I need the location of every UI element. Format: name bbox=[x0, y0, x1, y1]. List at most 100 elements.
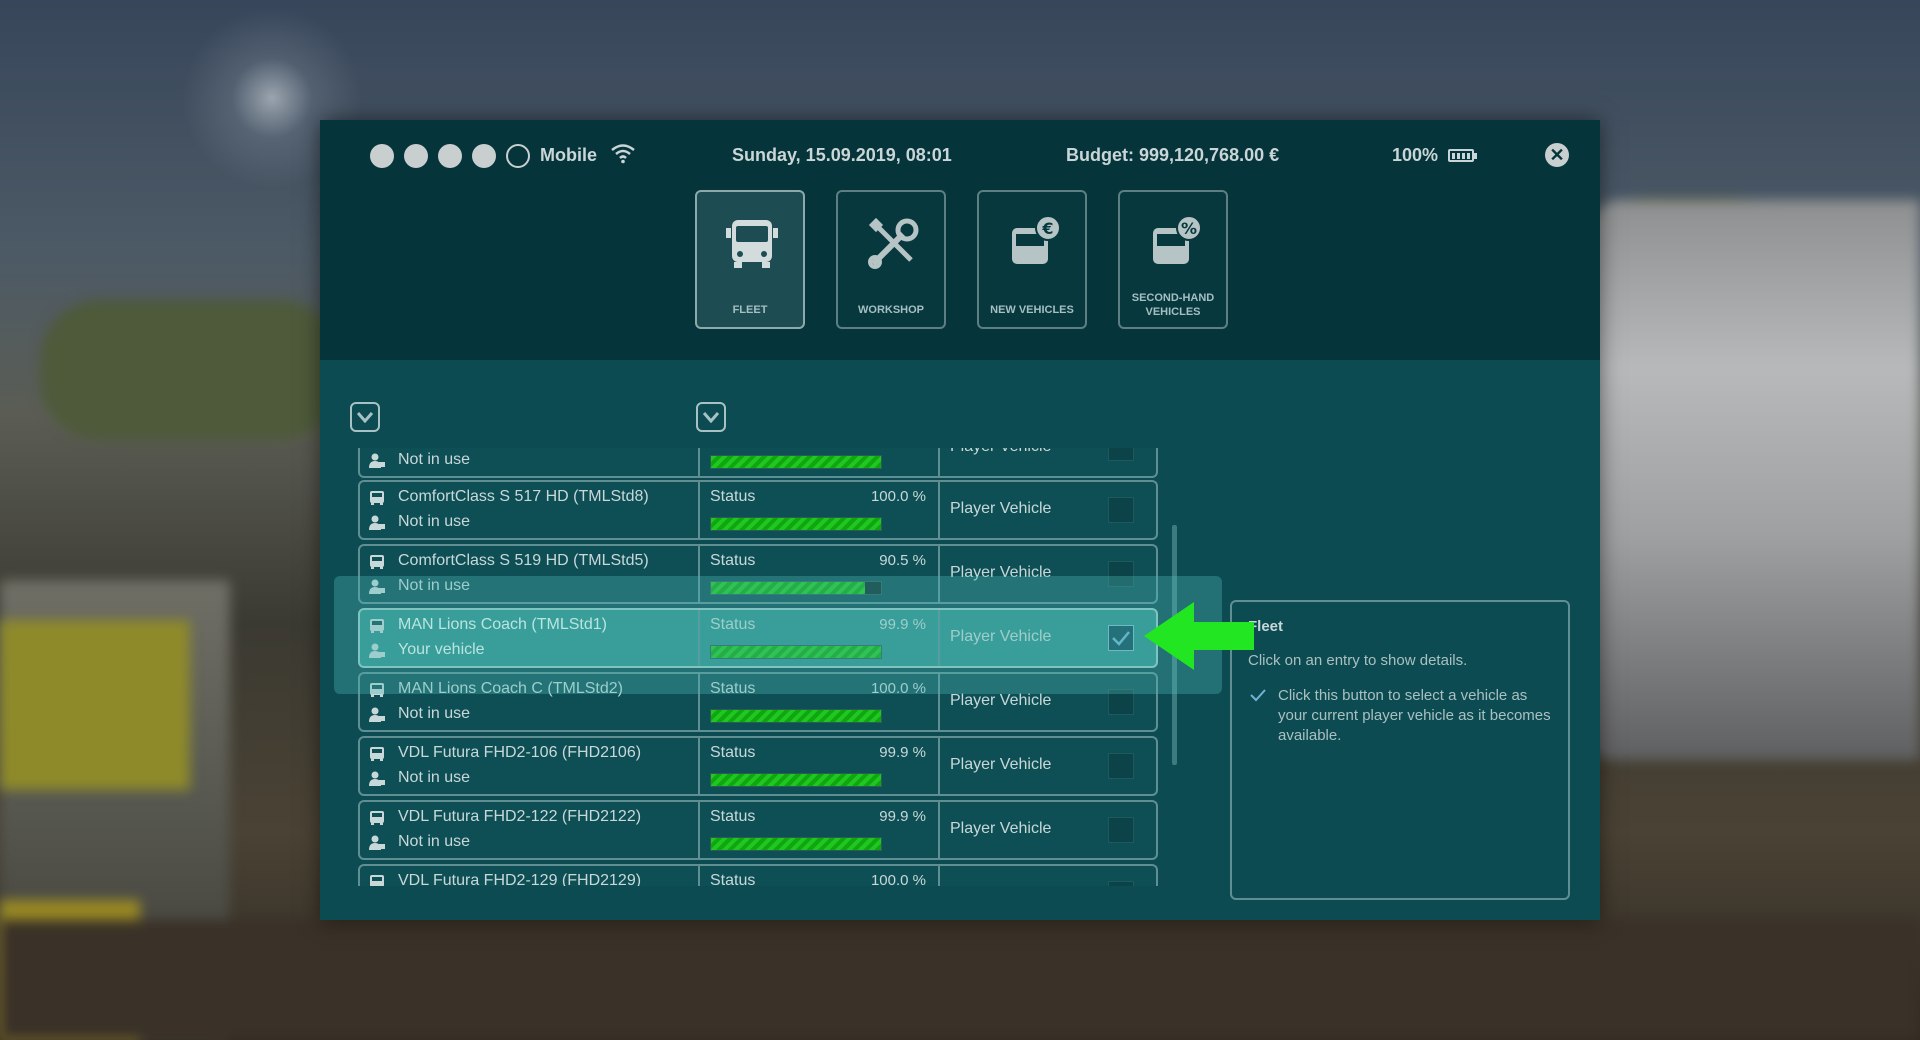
bus-icon bbox=[370, 555, 384, 569]
status-value: 99.9 % bbox=[879, 808, 926, 825]
driver-icon bbox=[369, 707, 385, 722]
player-vehicle-cell: Player Vehicle bbox=[940, 546, 1156, 602]
checkmark-icon bbox=[1112, 631, 1130, 646]
vehicle-list[interactable]: Not in use Player Vehicle ComfortClass S… bbox=[358, 448, 1158, 886]
bus-icon bbox=[370, 747, 384, 761]
player-vehicle-cell: Player Vehicle bbox=[940, 738, 1156, 794]
status-value: 99.9 % bbox=[879, 616, 926, 633]
vehicle-status-cell: Status 100.0 % bbox=[700, 674, 940, 730]
player-vehicle-checkbox[interactable] bbox=[1108, 689, 1134, 715]
player-vehicle-checkbox[interactable] bbox=[1108, 497, 1134, 523]
vehicle-usage: Your vehicle bbox=[398, 641, 485, 658]
checkmark-icon bbox=[1250, 689, 1266, 702]
signal-dot-icon bbox=[472, 144, 496, 168]
vehicle-row[interactable]: VDL Futura FHD2-129 (FHD2129) Status 100… bbox=[358, 864, 1158, 886]
vehicle-name-cell: Not in use bbox=[360, 448, 700, 476]
vehicle-usage: Not in use bbox=[398, 577, 471, 594]
status-bar bbox=[710, 709, 882, 723]
bus-front-icon bbox=[726, 220, 778, 268]
status-bar bbox=[710, 645, 882, 659]
bus-euro-icon: € bbox=[1012, 215, 1061, 264]
vehicle-usage: Not in use bbox=[398, 705, 471, 722]
status-bar-fill bbox=[711, 456, 881, 468]
vehicle-name: VDL Futura FHD2-122 (FHD2122) bbox=[398, 808, 642, 825]
battery-label: 100% bbox=[1392, 145, 1439, 165]
tab-second-hand-vehicles-label: SECOND-HAND VEHICLES bbox=[1131, 292, 1215, 318]
vehicle-name-cell: MAN Lions Coach C (TMLStd2) Not in use bbox=[360, 674, 700, 730]
player-vehicle-checkbox[interactable] bbox=[1108, 817, 1134, 843]
player-vehicle-checkbox[interactable] bbox=[1108, 625, 1134, 651]
vehicle-usage: Not in use bbox=[398, 769, 471, 786]
status-bar-fill bbox=[711, 646, 881, 658]
status-value: 99.9 % bbox=[879, 744, 926, 761]
status-value: 100.0 % bbox=[870, 872, 926, 886]
background-bus bbox=[1590, 200, 1920, 760]
status-bar bbox=[710, 773, 882, 787]
vehicle-usage: Not in use bbox=[398, 833, 471, 850]
tab-second-hand-vehicles[interactable]: % SECOND-HAND VEHICLES bbox=[1118, 190, 1228, 329]
player-vehicle-checkbox[interactable] bbox=[1108, 753, 1134, 779]
player-vehicle-cell: Player Vehicle bbox=[940, 674, 1156, 730]
vehicle-status-cell: Status 90.5 % bbox=[700, 546, 940, 602]
bus-icon bbox=[370, 875, 384, 886]
signal-dot-icon bbox=[370, 144, 394, 168]
status-value: 90.5 % bbox=[879, 552, 926, 569]
status-label: Status bbox=[710, 744, 756, 761]
vehicle-name: ComfortClass S 517 HD (TMLStd8) bbox=[398, 488, 649, 505]
player-vehicle-cell: Player Vehicle bbox=[940, 448, 1156, 476]
vehicle-name: MAN Lions Coach C (TMLStd2) bbox=[398, 680, 623, 697]
player-vehicle-label: Player Vehicle bbox=[950, 564, 1052, 581]
player-vehicle-checkbox[interactable] bbox=[1108, 881, 1134, 886]
player-vehicle-checkbox[interactable] bbox=[1108, 561, 1134, 587]
signal-strength-indicator bbox=[370, 144, 530, 168]
sort-status-button[interactable] bbox=[696, 402, 726, 432]
driver-icon bbox=[369, 579, 385, 594]
vehicle-name-cell: VDL Futura FHD2-122 (FHD2122) Not in use bbox=[360, 802, 700, 858]
player-vehicle-label: Player Vehicle bbox=[950, 448, 1051, 456]
vehicle-row[interactable]: VDL Futura FHD2-106 (FHD2106) Not in use… bbox=[358, 736, 1158, 796]
vehicle-status-cell: Status 99.9 % bbox=[700, 610, 940, 666]
player-vehicle-cell: Player Vehicle bbox=[940, 802, 1156, 858]
background-ground bbox=[0, 920, 1920, 1040]
status-bar-fill bbox=[711, 838, 881, 850]
tab-new-vehicles[interactable]: € NEW VEHICLES bbox=[977, 190, 1087, 329]
player-vehicle-label: Player Vehicle bbox=[950, 820, 1052, 837]
tab-fleet[interactable]: FLEET bbox=[695, 190, 805, 329]
status-bar-fill bbox=[711, 774, 881, 786]
signal-dot-icon bbox=[404, 144, 428, 168]
vehicle-status-cell: Status 99.9 % bbox=[700, 738, 940, 794]
driver-icon bbox=[369, 835, 385, 850]
driver-icon bbox=[369, 771, 385, 786]
status-bar bbox=[710, 837, 882, 851]
tab-workshop-label: WORKSHOP bbox=[858, 304, 924, 316]
vehicle-name-cell: MAN Lions Coach (TMLStd1) Your vehicle bbox=[360, 610, 700, 666]
sort-name-button[interactable] bbox=[350, 402, 380, 432]
battery-icon bbox=[1448, 149, 1477, 162]
status-label: Status bbox=[710, 616, 756, 633]
vehicle-row[interactable]: MAN Lions Coach C (TMLStd2) Not in use S… bbox=[358, 672, 1158, 732]
player-vehicle-label: Player Vehicle bbox=[950, 756, 1052, 773]
vehicle-name: MAN Lions Coach (TMLStd1) bbox=[398, 616, 607, 633]
bus-icon bbox=[370, 683, 384, 697]
driver-icon bbox=[369, 453, 385, 468]
vehicle-status-cell bbox=[700, 448, 940, 476]
vehicle-usage: Not in use bbox=[398, 451, 471, 468]
tab-workshop[interactable]: WORKSHOP bbox=[836, 190, 946, 329]
vehicle-row[interactable]: ComfortClass S 519 HD (TMLStd5) Not in u… bbox=[358, 544, 1158, 604]
info-panel-hint: Click this button to select a vehicle as… bbox=[1278, 687, 1551, 744]
vehicle-row[interactable]: VDL Futura FHD2-122 (FHD2122) Not in use… bbox=[358, 800, 1158, 860]
vehicle-status-cell: Status 100.0 % bbox=[700, 482, 940, 538]
tutorial-arrow-icon bbox=[1144, 602, 1254, 670]
bus-icon bbox=[370, 491, 384, 505]
status-bar-fill bbox=[711, 710, 881, 722]
vehicle-row[interactable]: Not in use Player Vehicle bbox=[358, 448, 1158, 478]
vehicle-name-cell: VDL Futura FHD2-106 (FHD2106) Not in use bbox=[360, 738, 700, 794]
svg-text:%: % bbox=[1181, 219, 1197, 238]
vehicle-name-cell: VDL Futura FHD2-129 (FHD2129) bbox=[360, 866, 700, 886]
status-bar-fill bbox=[711, 582, 865, 594]
vehicle-row[interactable]: ComfortClass S 517 HD (TMLStd8) Not in u… bbox=[358, 480, 1158, 540]
vehicle-usage: Not in use bbox=[398, 513, 471, 530]
vehicle-row[interactable]: MAN Lions Coach (TMLStd1) Your vehicle S… bbox=[358, 608, 1158, 668]
close-button[interactable]: ✕ bbox=[1545, 143, 1569, 167]
player-vehicle-checkbox[interactable] bbox=[1108, 448, 1134, 461]
